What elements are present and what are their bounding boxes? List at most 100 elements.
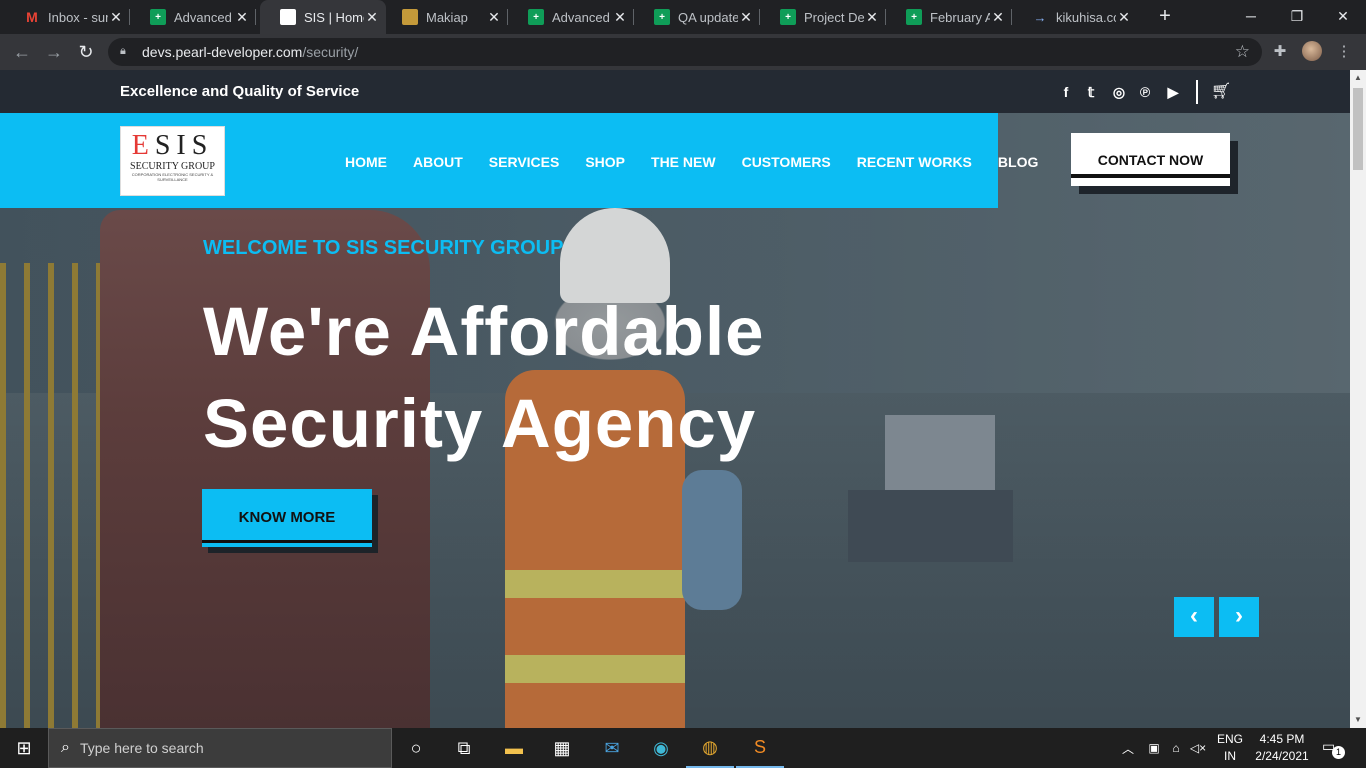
close-tab-icon[interactable]: ✕	[612, 9, 628, 26]
tab-project-details[interactable]: + Project Deta ✕	[760, 0, 886, 34]
sheets-icon: +	[528, 9, 544, 25]
close-window-button[interactable]: ✕	[1320, 0, 1366, 32]
youtube-icon[interactable]: ▶	[1164, 83, 1182, 101]
tab-title: kikuhisa.con	[1056, 9, 1116, 25]
close-tab-icon[interactable]: ✕	[1116, 9, 1132, 26]
hero-headline: We're Affordable Security Agency	[203, 293, 765, 462]
scroll-up-icon[interactable]: ▲	[1354, 73, 1362, 82]
tab-title: February Ac	[930, 9, 990, 25]
tab-advanced-d-2[interactable]: + Advanced D ✕	[508, 0, 634, 34]
nav-customers[interactable]: CUSTOMERS	[742, 154, 831, 170]
tab-makiap[interactable]: Makiap ✕	[382, 0, 508, 34]
site-logo[interactable]: ESIS SECURITY GROUP CORPORATION ELECTRON…	[120, 126, 225, 196]
sublime-icon[interactable]: S	[736, 728, 784, 768]
tab-title: Makiap	[426, 9, 468, 25]
minimize-button[interactable]: ─	[1228, 0, 1274, 32]
nav-blog[interactable]: BLOG	[998, 154, 1038, 170]
bookmark-star-icon[interactable]: ☆	[1235, 42, 1250, 62]
search-icon: ⌕	[61, 739, 70, 756]
mail-icon[interactable]: ✉	[588, 728, 636, 768]
tagline: Excellence and Quality of Service	[120, 83, 360, 100]
makiap-icon	[402, 9, 418, 25]
network-icon[interactable]: ⌂	[1166, 728, 1186, 768]
gmail-icon: M	[26, 9, 38, 25]
web-page: Excellence and Quality of Service f 𝕥 ◎ …	[0, 70, 1350, 728]
tab-sis-home[interactable]: SIS | Home ✕	[260, 0, 386, 34]
close-tab-icon[interactable]: ✕	[738, 9, 754, 26]
pinterest-icon[interactable]: ℗	[1136, 83, 1154, 101]
know-more-button[interactable]: KNOW MORE	[202, 489, 372, 547]
chrome-icon[interactable]: ◍	[686, 728, 734, 768]
extensions-icon[interactable]: ✚	[1270, 41, 1290, 61]
twitter-icon[interactable]: 𝕥	[1082, 83, 1100, 101]
close-tab-icon[interactable]: ✕	[486, 9, 502, 26]
slider-next-button[interactable]: ›	[1219, 597, 1259, 637]
nav-shop[interactable]: SHOP	[585, 154, 625, 170]
close-tab-icon[interactable]: ✕	[864, 9, 880, 26]
nav-links: HOME ABOUT SERVICES SHOP THE NEW CUSTOME…	[345, 154, 1064, 170]
chrome-menu-icon[interactable]: ⋮	[1334, 41, 1354, 61]
instagram-icon[interactable]: ◎	[1110, 83, 1128, 101]
tab-title: Inbox - sura	[48, 9, 108, 25]
tab-qa-update[interactable]: + QA update ✕	[634, 0, 760, 34]
clock[interactable]: 4:45 PM 2/24/2021	[1250, 731, 1314, 765]
close-tab-icon[interactable]: ✕	[990, 9, 1006, 26]
close-tab-icon[interactable]: ✕	[364, 9, 380, 26]
task-view-icon[interactable]: ⧉	[440, 728, 488, 768]
top-info-bar: Excellence and Quality of Service f 𝕥 ◎ …	[0, 70, 1350, 113]
tab-title: Advanced D	[552, 9, 612, 25]
sheets-icon: +	[654, 9, 670, 25]
nav-the-new[interactable]: THE NEW	[651, 154, 716, 170]
divider	[1196, 80, 1198, 104]
forward-icon[interactable]: →	[41, 39, 67, 65]
sis-icon	[280, 9, 296, 25]
new-tab-button[interactable]: +	[1154, 5, 1176, 29]
nav-about[interactable]: ABOUT	[413, 154, 463, 170]
profile-avatar[interactable]	[1302, 41, 1322, 61]
sheets-icon: +	[150, 9, 166, 25]
language-indicator[interactable]: ENG IN	[1215, 731, 1245, 765]
nav-home[interactable]: HOME	[345, 154, 387, 170]
scroll-down-icon[interactable]: ▼	[1354, 715, 1362, 724]
sheets-icon: +	[780, 9, 796, 25]
address-bar[interactable]: 🔒︎ devs.pearl-developer.com/security/ ☆	[108, 38, 1262, 66]
tab-title: Project Deta	[804, 9, 864, 25]
main-navbar: ESIS SECURITY GROUP CORPORATION ELECTRON…	[0, 113, 1038, 208]
tab-inbox[interactable]: M Inbox - sura ✕	[4, 0, 130, 34]
hero-welcome: WELCOME TO SIS SECURITY GROUP	[203, 237, 564, 259]
close-tab-icon[interactable]: ✕	[234, 9, 250, 26]
nav-services[interactable]: SERVICES	[489, 154, 560, 170]
close-tab-icon[interactable]: ✕	[108, 9, 124, 26]
scroll-thumb[interactable]	[1353, 88, 1363, 170]
slider-prev-button[interactable]: ‹	[1174, 597, 1214, 637]
tab-february[interactable]: + February Ac ✕	[886, 0, 1012, 34]
facebook-icon[interactable]: f	[1057, 83, 1075, 101]
file-explorer-icon[interactable]: ▬	[490, 728, 538, 768]
lock-icon: 🔒︎	[120, 45, 126, 57]
tab-title: QA update	[678, 9, 738, 25]
page-scrollbar[interactable]: ▲ ▼	[1350, 70, 1366, 728]
cart-icon[interactable]: 🛒︎	[1211, 81, 1231, 101]
edge-icon[interactable]: ◉	[637, 728, 685, 768]
sheets-icon: +	[906, 9, 922, 25]
meet-now-icon[interactable]: ▣	[1144, 728, 1164, 768]
windows-taskbar: ⊞ ⌕ Type here to search ○ ⧉ ▬ ▦ ✉ ◉ ◍ S …	[0, 728, 1366, 768]
nav-recent-works[interactable]: RECENT WORKS	[857, 154, 972, 170]
restore-button[interactable]: ❐	[1274, 0, 1320, 32]
tab-strip: M Inbox - sura ✕ + Advanced D ✕ SIS | Ho…	[0, 0, 1366, 34]
back-icon[interactable]: ←	[9, 39, 35, 65]
volume-muted-icon[interactable]: ◁×	[1188, 728, 1208, 768]
store-icon[interactable]: ▦	[538, 728, 586, 768]
windows-start-icon[interactable]: ⊞	[0, 728, 48, 768]
tab-advanced-d[interactable]: + Advanced D ✕	[130, 0, 256, 34]
url-text: devs.pearl-developer.com/security/	[142, 44, 359, 60]
notification-icon[interactable]: ▭ 1	[1322, 738, 1345, 759]
tab-kikuhisa[interactable]: → kikuhisa.con ✕	[1012, 0, 1138, 34]
taskbar-search[interactable]: ⌕ Type here to search	[48, 728, 392, 768]
cortana-icon[interactable]: ○	[392, 728, 440, 768]
browser-toolbar: ← → ↻ 🔒︎ devs.pearl-developer.com/securi…	[0, 34, 1366, 70]
tray-chevron-icon[interactable]: ︿	[1118, 728, 1138, 768]
tab-title: Advanced D	[174, 9, 234, 25]
reload-icon[interactable]: ↻	[73, 39, 99, 65]
contact-now-button[interactable]: CONTACT NOW	[1071, 133, 1230, 186]
